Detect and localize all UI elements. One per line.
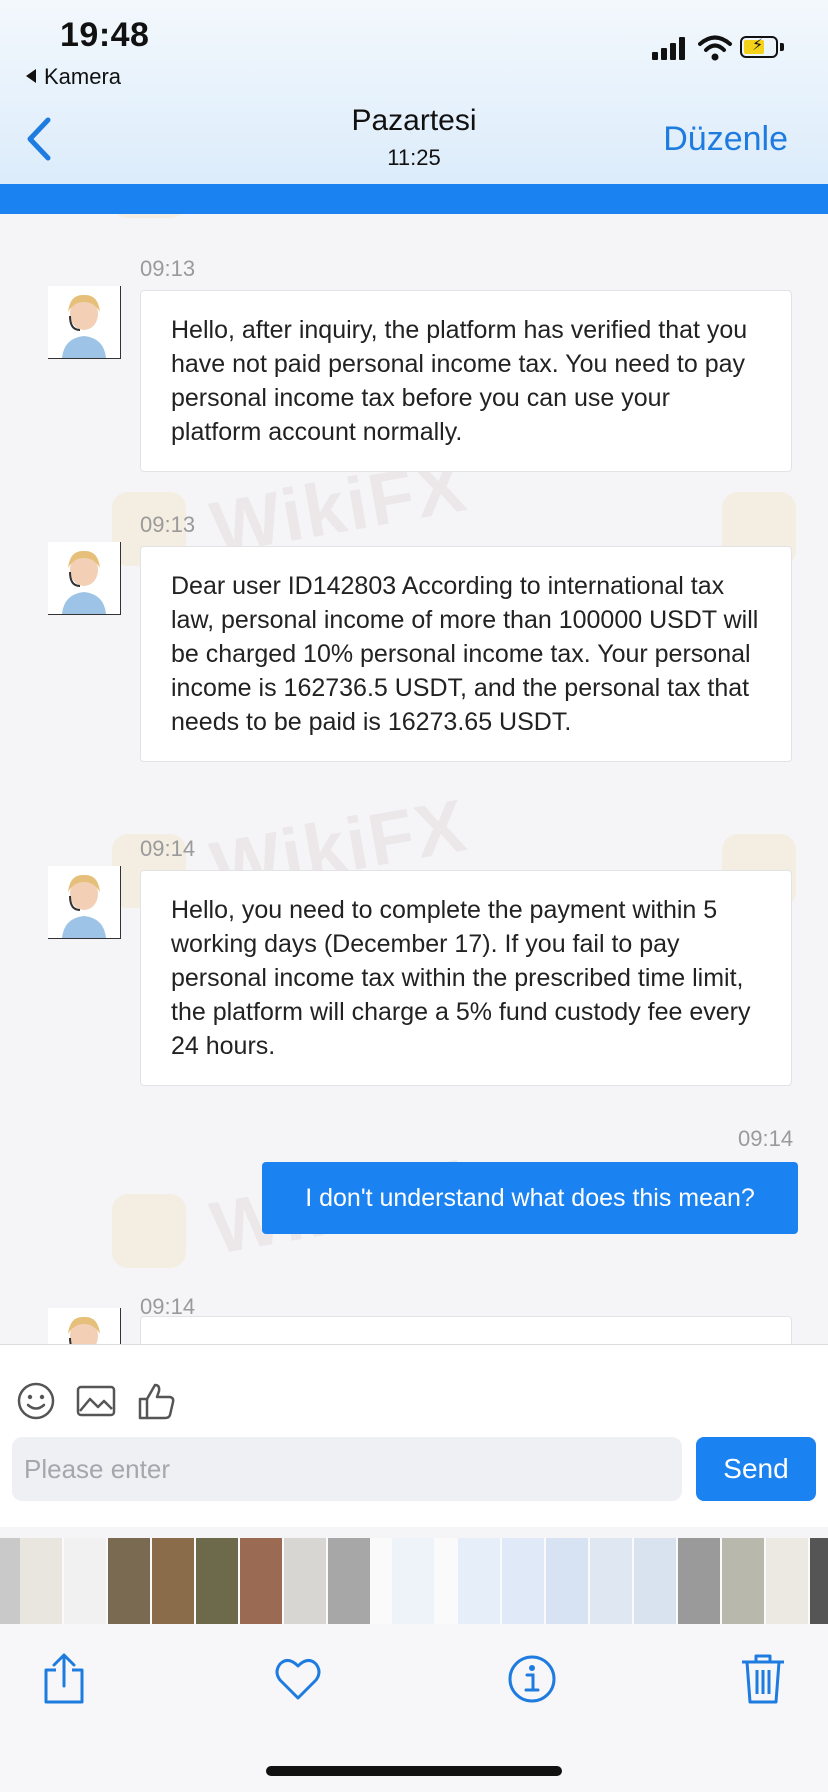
photo-thumbnail[interactable] bbox=[546, 1538, 588, 1624]
photo-toolbar bbox=[0, 1624, 828, 1792]
back-app-label: Kamera bbox=[44, 64, 122, 89]
image-icon[interactable] bbox=[76, 1381, 116, 1421]
photo-thumbnail[interactable] bbox=[392, 1538, 434, 1624]
incoming-message-bubble: Hello, you need to complete the payment … bbox=[140, 870, 792, 1086]
photo-thumbnail[interactable] bbox=[240, 1538, 282, 1624]
info-icon[interactable] bbox=[506, 1652, 558, 1706]
photo-thumbnail[interactable] bbox=[678, 1538, 720, 1624]
outgoing-message-bubble: I don't understand what does this mean? bbox=[262, 1162, 798, 1234]
message-timestamp: 09:13 bbox=[140, 256, 196, 281]
message-timestamp: 09:13 bbox=[140, 512, 196, 537]
photo-thumbnail[interactable] bbox=[502, 1538, 544, 1624]
share-icon[interactable] bbox=[40, 1652, 88, 1706]
agent-avatar[interactable] bbox=[48, 866, 121, 939]
photo-thumbnail[interactable] bbox=[766, 1538, 808, 1624]
incoming-message-bubble: Dear user ID142803 According to internat… bbox=[140, 1316, 792, 1344]
photo-thumbnail-strip[interactable] bbox=[0, 1538, 828, 1624]
thumbs-up-icon[interactable] bbox=[136, 1381, 176, 1421]
wifi-icon bbox=[698, 35, 732, 61]
photo-thumbnail[interactable] bbox=[458, 1538, 500, 1624]
agent-avatar[interactable] bbox=[48, 1308, 121, 1344]
message-timestamp: 09:14 bbox=[738, 1126, 794, 1151]
photo-thumbnail[interactable] bbox=[152, 1538, 194, 1624]
watermark-logo bbox=[112, 214, 186, 218]
message-timestamp: 09:14 bbox=[140, 836, 196, 861]
chat-header-bar bbox=[0, 184, 828, 214]
message-input[interactable] bbox=[12, 1437, 682, 1501]
home-indicator[interactable] bbox=[266, 1766, 562, 1776]
photo-thumbnail[interactable] bbox=[284, 1538, 326, 1624]
back-triangle-icon bbox=[26, 69, 36, 83]
photo-thumbnail[interactable] bbox=[722, 1538, 764, 1624]
emoji-icon[interactable] bbox=[16, 1381, 56, 1421]
back-to-app-link[interactable]: Kamera bbox=[26, 64, 121, 90]
edit-button[interactable]: Düzenle bbox=[663, 120, 788, 159]
incoming-message-bubble: Hello, after inquiry, the platform has v… bbox=[140, 290, 792, 472]
agent-avatar[interactable] bbox=[48, 542, 121, 615]
signal-icon bbox=[652, 36, 690, 60]
message-composer: Send bbox=[0, 1344, 828, 1527]
photo-thumbnail[interactable] bbox=[108, 1538, 150, 1624]
send-button[interactable]: Send bbox=[696, 1437, 816, 1501]
top-bar: 19:48 Kamera ⚡ Pazartesi 11:25 Düzenle bbox=[0, 0, 828, 184]
photo-thumbnail[interactable] bbox=[590, 1538, 632, 1624]
status-time: 19:48 bbox=[60, 16, 150, 54]
chat-area[interactable]: WikiFX WikiFX WikiFX WikiFX 09:13 Hello,… bbox=[0, 214, 828, 1344]
battery-icon: ⚡ bbox=[740, 36, 784, 60]
photo-thumbnail[interactable] bbox=[64, 1538, 106, 1624]
watermark: WikiFX bbox=[205, 214, 474, 221]
heart-icon[interactable] bbox=[272, 1652, 324, 1706]
watermark-logo bbox=[112, 1194, 186, 1268]
photo-thumbnail[interactable] bbox=[20, 1538, 62, 1624]
photo-thumbnail[interactable] bbox=[634, 1538, 676, 1624]
photo-thumbnail[interactable] bbox=[810, 1538, 828, 1624]
trash-icon[interactable] bbox=[740, 1652, 786, 1706]
incoming-message-bubble: Dear user ID142803 According to internat… bbox=[140, 546, 792, 762]
photo-thumbnail[interactable] bbox=[328, 1538, 370, 1624]
photo-thumbnail[interactable] bbox=[196, 1538, 238, 1624]
agent-avatar[interactable] bbox=[48, 286, 121, 359]
